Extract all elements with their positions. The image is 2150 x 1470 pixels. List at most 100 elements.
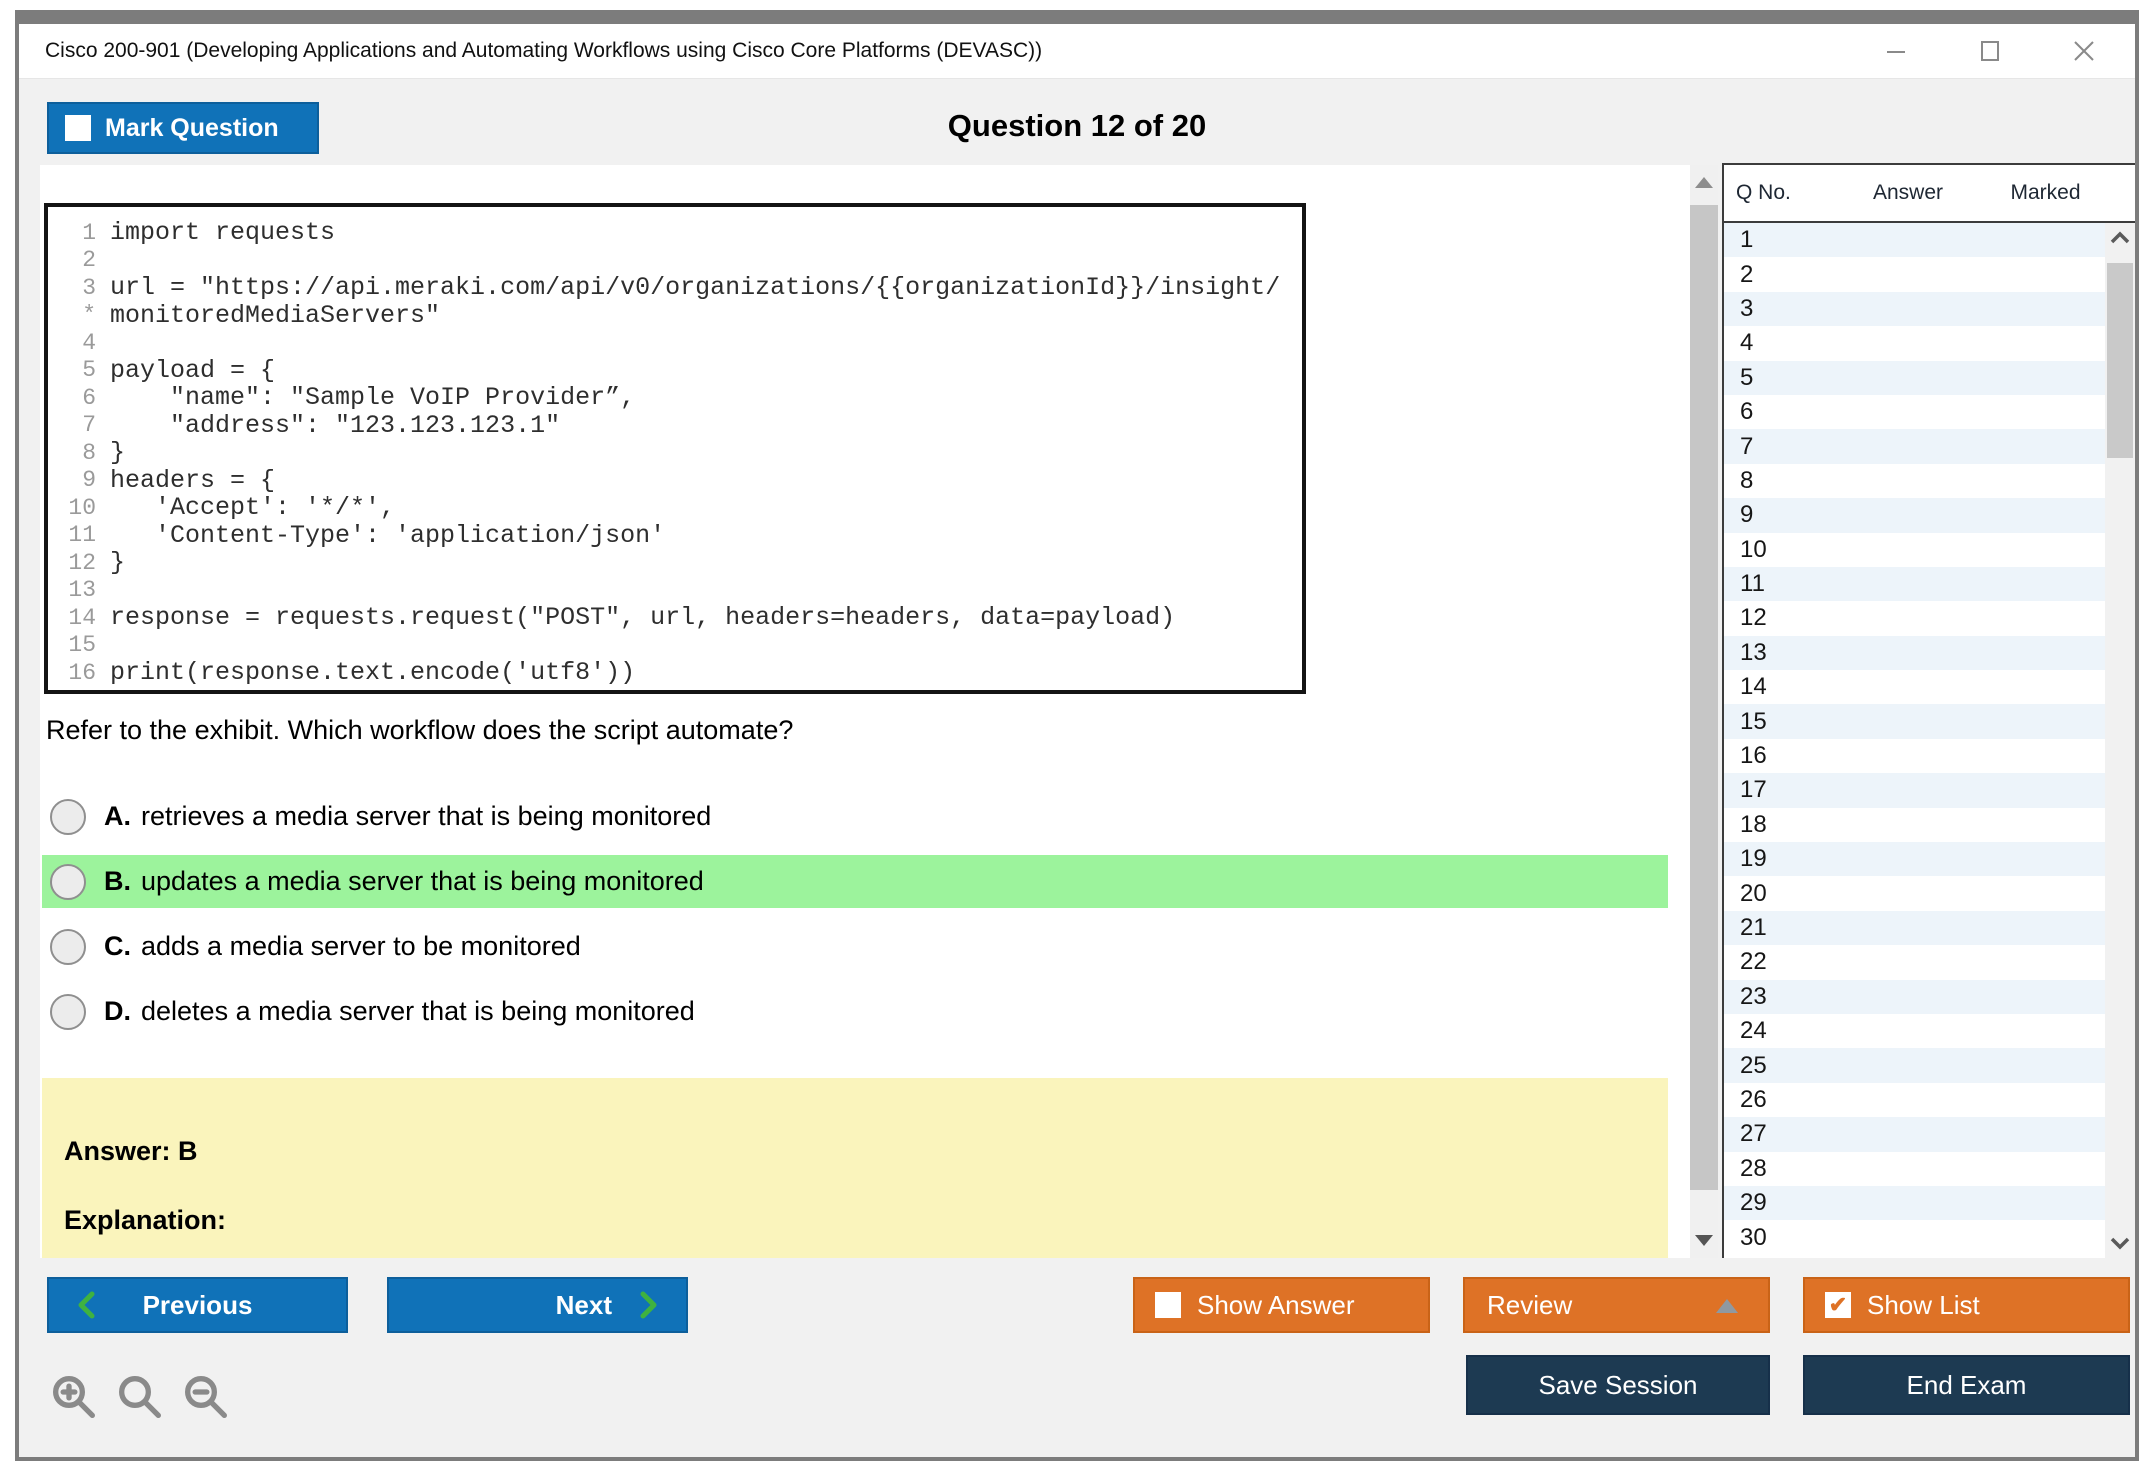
code-line: * monitoredMediaServers" — [48, 301, 1302, 330]
show-answer-button[interactable]: Show Answer — [1133, 1277, 1430, 1333]
question-list-row[interactable]: 16 — [1724, 739, 2105, 773]
chevron-left-icon — [78, 1291, 95, 1319]
question-list-row[interactable]: 6 — [1724, 395, 2105, 429]
question-list-row[interactable]: 8 — [1724, 464, 2105, 498]
row-question-number: 12 — [1740, 604, 1767, 632]
previous-button[interactable]: Previous — [47, 1277, 348, 1333]
minimize-icon — [1887, 51, 1905, 53]
question-list-row[interactable]: 11 — [1724, 566, 2105, 602]
code-line-number: 10 — [68, 494, 96, 521]
question-list-row[interactable]: 19 — [1724, 842, 2105, 877]
scroll-down-icon[interactable] — [2110, 1236, 2130, 1250]
scroll-up-icon[interactable] — [1695, 177, 1713, 188]
code-line-number: 14 — [68, 604, 96, 631]
question-list-row[interactable]: 27 — [1724, 1117, 2105, 1152]
minimize-button[interactable] — [1881, 36, 1911, 66]
radio-button-icon[interactable] — [50, 863, 86, 900]
code-line-text: payload = { — [110, 355, 276, 385]
code-line-number: 15 — [68, 632, 96, 659]
code-line-text: } — [110, 438, 126, 468]
question-list-row[interactable]: 7 — [1724, 429, 2105, 464]
question-list-row[interactable]: 1 — [1724, 223, 2105, 258]
close-button[interactable] — [2069, 36, 2099, 66]
app-window: Cisco 200-901 (Developing Applications a… — [15, 10, 2139, 1461]
zoom-out-icon[interactable] — [181, 1372, 231, 1422]
review-button[interactable]: Review — [1463, 1277, 1770, 1333]
answer-option[interactable]: D. deletes a media server that is being … — [42, 985, 1668, 1038]
row-question-number: 7 — [1740, 432, 1754, 460]
question-list-row[interactable]: 23 — [1724, 979, 2105, 1014]
code-line: 8 } — [48, 438, 1302, 468]
radio-button-icon[interactable] — [50, 798, 86, 835]
row-question-number: 17 — [1740, 776, 1767, 804]
question-list-row[interactable]: 10 — [1724, 533, 2105, 567]
radio-button-icon[interactable] — [50, 928, 86, 965]
code-line: 6 "name": "Sample VoIP Provider”, — [48, 383, 1302, 413]
scrollbar-thumb[interactable] — [1690, 205, 1718, 1190]
question-list-row[interactable]: 24 — [1724, 1014, 2105, 1048]
exhibit-code-box: 1 import requests 2 3 url = "https://api… — [44, 203, 1306, 694]
question-list-row[interactable]: 17 — [1724, 773, 2105, 808]
question-list-row[interactable]: 28 — [1724, 1152, 2105, 1186]
scrollbar-thumb[interactable] — [2107, 263, 2133, 458]
code-line-number: * — [82, 302, 96, 329]
code-line-number: 8 — [82, 439, 96, 466]
question-list-row[interactable]: 9 — [1724, 498, 2105, 533]
answer-option[interactable]: B. updates a media server that is being … — [42, 855, 1668, 908]
zoom-reset-icon[interactable] — [115, 1372, 165, 1422]
save-session-button[interactable]: Save Session — [1466, 1355, 1770, 1415]
question-list-row[interactable]: 3 — [1724, 291, 2105, 327]
row-question-number: 22 — [1740, 948, 1767, 976]
question-list-row[interactable]: 21 — [1724, 910, 2105, 946]
zoom-in-icon[interactable] — [49, 1372, 99, 1422]
window-controls — [1881, 24, 2099, 78]
code-line: 11 'Content-Type': 'application/json' — [48, 521, 1302, 550]
question-list-row[interactable]: 13 — [1724, 635, 2105, 671]
row-question-number: 4 — [1740, 329, 1754, 357]
question-list-row[interactable]: 25 — [1724, 1048, 2105, 1083]
list-scrollbar[interactable] — [2105, 223, 2135, 1258]
row-question-number: 30 — [1740, 1223, 1767, 1251]
question-list-row[interactable]: 20 — [1724, 876, 2105, 910]
row-question-number: 26 — [1740, 1085, 1767, 1113]
end-exam-button[interactable]: End Exam — [1803, 1355, 2130, 1415]
scroll-down-icon[interactable] — [1695, 1235, 1713, 1246]
column-qno: Q No. — [1736, 181, 1791, 204]
answer-label: Answer: B — [64, 1136, 198, 1166]
code-line-text: "name": "Sample VoIP Provider”, — [110, 383, 636, 413]
code-line-number: 9 — [82, 467, 96, 494]
question-list-row[interactable]: 5 — [1724, 360, 2105, 395]
next-button[interactable]: Next — [387, 1277, 688, 1333]
code-line: 16 print(response.text.encode('utf8')) — [48, 658, 1302, 687]
main-scrollbar[interactable] — [1690, 165, 1718, 1258]
radio-button-icon[interactable] — [50, 993, 86, 1030]
question-list-row[interactable]: 22 — [1724, 945, 2105, 979]
question-list-row[interactable]: 26 — [1724, 1083, 2105, 1117]
row-question-number: 18 — [1740, 810, 1767, 838]
question-list-row[interactable]: 2 — [1724, 257, 2105, 291]
question-list-row[interactable]: 4 — [1724, 326, 2105, 360]
question-list-row[interactable]: 29 — [1724, 1185, 2105, 1221]
code-line: 12 } — [48, 548, 1302, 577]
scroll-up-icon[interactable] — [2110, 231, 2130, 245]
row-question-number: 13 — [1740, 638, 1767, 666]
code-line: 10 'Accept': '*/*', — [48, 493, 1302, 522]
maximize-button[interactable] — [1975, 36, 2005, 66]
answer-option[interactable]: C. adds a media server to be monitored — [42, 920, 1668, 973]
window-title: Cisco 200-901 (Developing Applications a… — [45, 39, 1043, 62]
question-list-row[interactable]: 15 — [1724, 704, 2105, 739]
question-list-row[interactable]: 12 — [1724, 601, 2105, 635]
code-line-number: 1 — [82, 219, 96, 246]
code-line: 14 response = requests.request("POST", u… — [48, 603, 1302, 632]
question-list-panel: Q No. Answer Marked 1 2 3 4 5 6 7 8 9 10… — [1722, 163, 2135, 1258]
code-line: 13 — [48, 577, 1302, 605]
question-list-row[interactable]: 30 — [1724, 1220, 2105, 1254]
question-list-row[interactable]: 14 — [1724, 670, 2105, 704]
column-marked: Marked — [2010, 181, 2081, 204]
code-line-number: 4 — [82, 329, 96, 356]
question-list-row[interactable]: 18 — [1724, 808, 2105, 842]
answer-option[interactable]: A. retrieves a media server that is bein… — [42, 790, 1668, 843]
show-list-button[interactable]: ✔ Show List — [1803, 1277, 2130, 1333]
triangle-up-icon — [1716, 1299, 1738, 1313]
code-line: 7 "address": "123.123.123.1" — [48, 411, 1302, 440]
